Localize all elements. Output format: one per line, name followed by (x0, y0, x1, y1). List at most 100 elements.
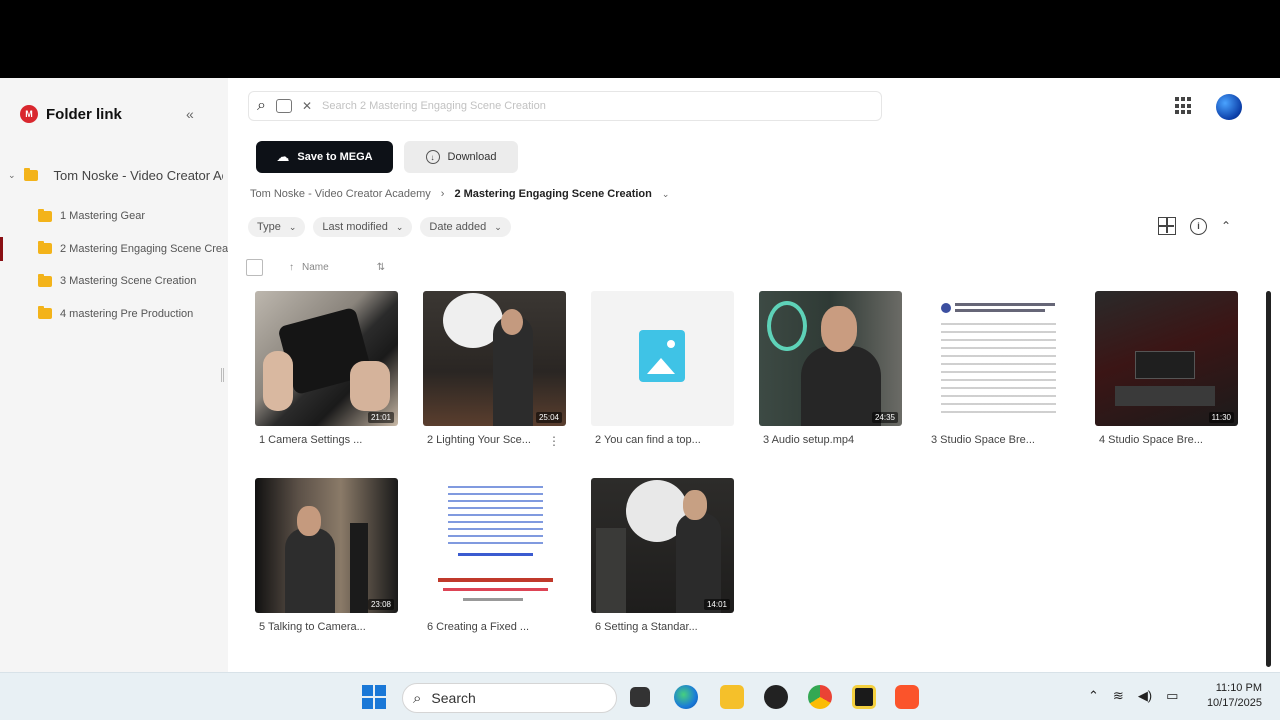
app-icon[interactable] (764, 685, 788, 709)
file-card[interactable]: 23:08 5 Talking to Camera... (255, 478, 398, 633)
sidebar: M Folder link « ⌄ Tom Noske - Video Crea… (0, 78, 228, 672)
duration-badge: 23:08 (367, 599, 394, 610)
file-name: 6 Creating a Fixed ... (427, 621, 530, 633)
file-card[interactable]: 3 Studio Space Bre... (927, 291, 1070, 446)
video-thumbnail: 24:35 (759, 291, 902, 426)
collapse-up-icon[interactable]: ⌃ (1221, 219, 1231, 233)
chevron-down-icon[interactable]: ⌄ (8, 170, 16, 181)
search-icon: ⌕ (413, 689, 422, 707)
folder-icon (38, 306, 52, 320)
avatar[interactable] (1216, 94, 1242, 120)
search-icon: ⌕ (257, 97, 266, 114)
tree-root-folder[interactable]: ⌄ Tom Noske - Video Creator Academy (8, 164, 223, 186)
save-to-mega-button[interactable]: ☁ Save to MEGA (256, 141, 393, 173)
duration-badge: 25:04 (535, 412, 562, 423)
sidebar-item-pre-production[interactable]: 4 mastering Pre Production (0, 298, 228, 331)
sidebar-item-mastering-gear[interactable]: 1 Mastering Gear (0, 200, 228, 233)
clock-time: 11:10 PM (1215, 682, 1262, 694)
filter-label: Last modified (322, 221, 388, 233)
more-options-icon[interactable]: ⋮ (548, 434, 560, 448)
chevron-up-icon[interactable]: ⌃ (1088, 688, 1099, 704)
taskbar-search[interactable]: ⌕ Search (402, 683, 617, 713)
sidebar-item-engaging-scene-creation[interactable]: 2 Mastering Engaging Scene Creation (0, 233, 228, 266)
battery-icon[interactable]: ▭ (1166, 688, 1178, 704)
image-file-placeholder (591, 291, 734, 426)
brand: M Folder link (20, 105, 122, 123)
scrollbar[interactable] (1266, 291, 1271, 667)
duration-badge: 11:30 (1208, 412, 1234, 423)
brand-title: Folder link (46, 105, 122, 123)
file-card[interactable]: 11:30 4 Studio Space Bre... (1095, 291, 1238, 446)
file-card[interactable]: 25:04 2 Lighting Your Sce... ⋮ (423, 291, 566, 448)
taskbar-search-label: Search (431, 690, 476, 706)
apps-grid-icon[interactable] (1175, 97, 1193, 115)
duration-badge: 21:01 (367, 412, 394, 423)
file-name: 3 Audio setup.mp4 (763, 434, 855, 446)
file-card[interactable]: 14:01 6 Setting a Standar... (591, 478, 734, 633)
image-icon (639, 330, 685, 382)
system-tray: ⌃ ≋ ◀) ▭ (1088, 688, 1178, 704)
video-thumbnail: 21:01 (255, 291, 398, 426)
sidebar-item-label: 4 mastering Pre Production (60, 307, 194, 320)
filter-last-modified[interactable]: Last modified ⌄ (313, 217, 413, 237)
search-input[interactable] (322, 100, 823, 112)
file-card[interactable]: 21:01 1 Camera Settings ... (255, 291, 398, 446)
edge-icon[interactable] (674, 685, 698, 709)
filter-date-added[interactable]: Date added ⌄ (420, 217, 511, 237)
brave-browser-icon[interactable] (895, 685, 919, 709)
video-thumbnail: 25:04 (423, 291, 566, 426)
video-thumbnail: 23:08 (255, 478, 398, 613)
grid-view-icon[interactable] (1158, 217, 1176, 235)
mega-logo-icon: M (20, 105, 38, 123)
file-name: 6 Setting a Standar... (595, 621, 698, 633)
wifi-icon[interactable]: ≋ (1113, 688, 1124, 704)
chrome-icon[interactable] (808, 685, 832, 709)
info-icon[interactable]: i (1190, 217, 1207, 235)
video-thumbnail: 11:30 (1095, 291, 1238, 426)
file-card[interactable]: 6 Creating a Fixed ... (423, 478, 566, 633)
filter-label: Type (257, 221, 281, 233)
chevron-down-icon: ⌄ (494, 221, 502, 232)
volume-icon[interactable]: ◀) (1138, 688, 1152, 704)
file-name: 2 Lighting Your Sce... (427, 434, 531, 446)
sticky-notes-icon[interactable] (852, 685, 876, 709)
close-icon[interactable]: ✕ (302, 99, 312, 113)
sidebar-resize-handle[interactable] (221, 368, 224, 382)
breadcrumb-current[interactable]: 2 Mastering Engaging Scene Creation (454, 188, 651, 200)
filter-type[interactable]: Type ⌄ (248, 217, 306, 237)
arrow-up-icon: ↑ (289, 262, 294, 273)
video-thumbnail: 14:01 (591, 478, 734, 613)
taskbar-clock[interactable]: 11:10 PM 10/17/2025 (1196, 681, 1262, 711)
chevron-down-icon: ⌄ (395, 221, 404, 232)
mega-folder-link-app: M Folder link « ⌄ Tom Noske - Video Crea… (0, 78, 1280, 672)
duration-badge: 14:01 (703, 599, 730, 610)
sidebar-item-label: 1 Mastering Gear (60, 210, 145, 223)
select-all-checkbox[interactable] (246, 259, 263, 276)
windows-start-icon[interactable] (362, 685, 386, 709)
search-bar[interactable]: ⌕ ✕ (248, 91, 882, 121)
chevron-right-icon: › (440, 188, 445, 200)
black-top-bar (0, 0, 1280, 78)
download-button-label: Download (447, 151, 497, 163)
file-card[interactable]: 24:35 3 Audio setup.mp4 (759, 291, 902, 446)
filter-bar: Type ⌄ Last modified ⌄ Date added ⌄ (248, 217, 511, 237)
download-button[interactable]: ↓ Download (404, 141, 518, 173)
folder-icon (23, 167, 38, 181)
folder-filter-chip-icon[interactable] (275, 99, 292, 113)
file-name: 4 Studio Space Bre... (1099, 434, 1203, 446)
breadcrumb-parent[interactable]: Tom Noske - Video Creator Academy (250, 188, 431, 200)
tree-root-label: Tom Noske - Video Creator Academy (53, 167, 223, 183)
sort-toggle-icon: ⇅ (376, 262, 386, 273)
file-explorer-icon[interactable] (720, 685, 744, 709)
sidebar-item-scene-creation[interactable]: 3 Mastering Scene Creation (0, 265, 228, 298)
file-card[interactable]: 2 You can find a top... (591, 291, 734, 446)
breadcrumb: Tom Noske - Video Creator Academy › 2 Ma… (250, 188, 669, 200)
task-view-icon[interactable] (630, 687, 650, 707)
folder-icon (38, 208, 52, 222)
sort-by-name[interactable]: ↑ Name ⇅ (289, 262, 385, 273)
collapse-sidebar-icon[interactable]: « (186, 106, 194, 122)
file-name: 1 Camera Settings ... (259, 434, 363, 446)
chevron-down-icon[interactable]: ⌄ (662, 189, 670, 200)
sort-label: Name (302, 262, 329, 273)
folder-icon (38, 273, 52, 287)
